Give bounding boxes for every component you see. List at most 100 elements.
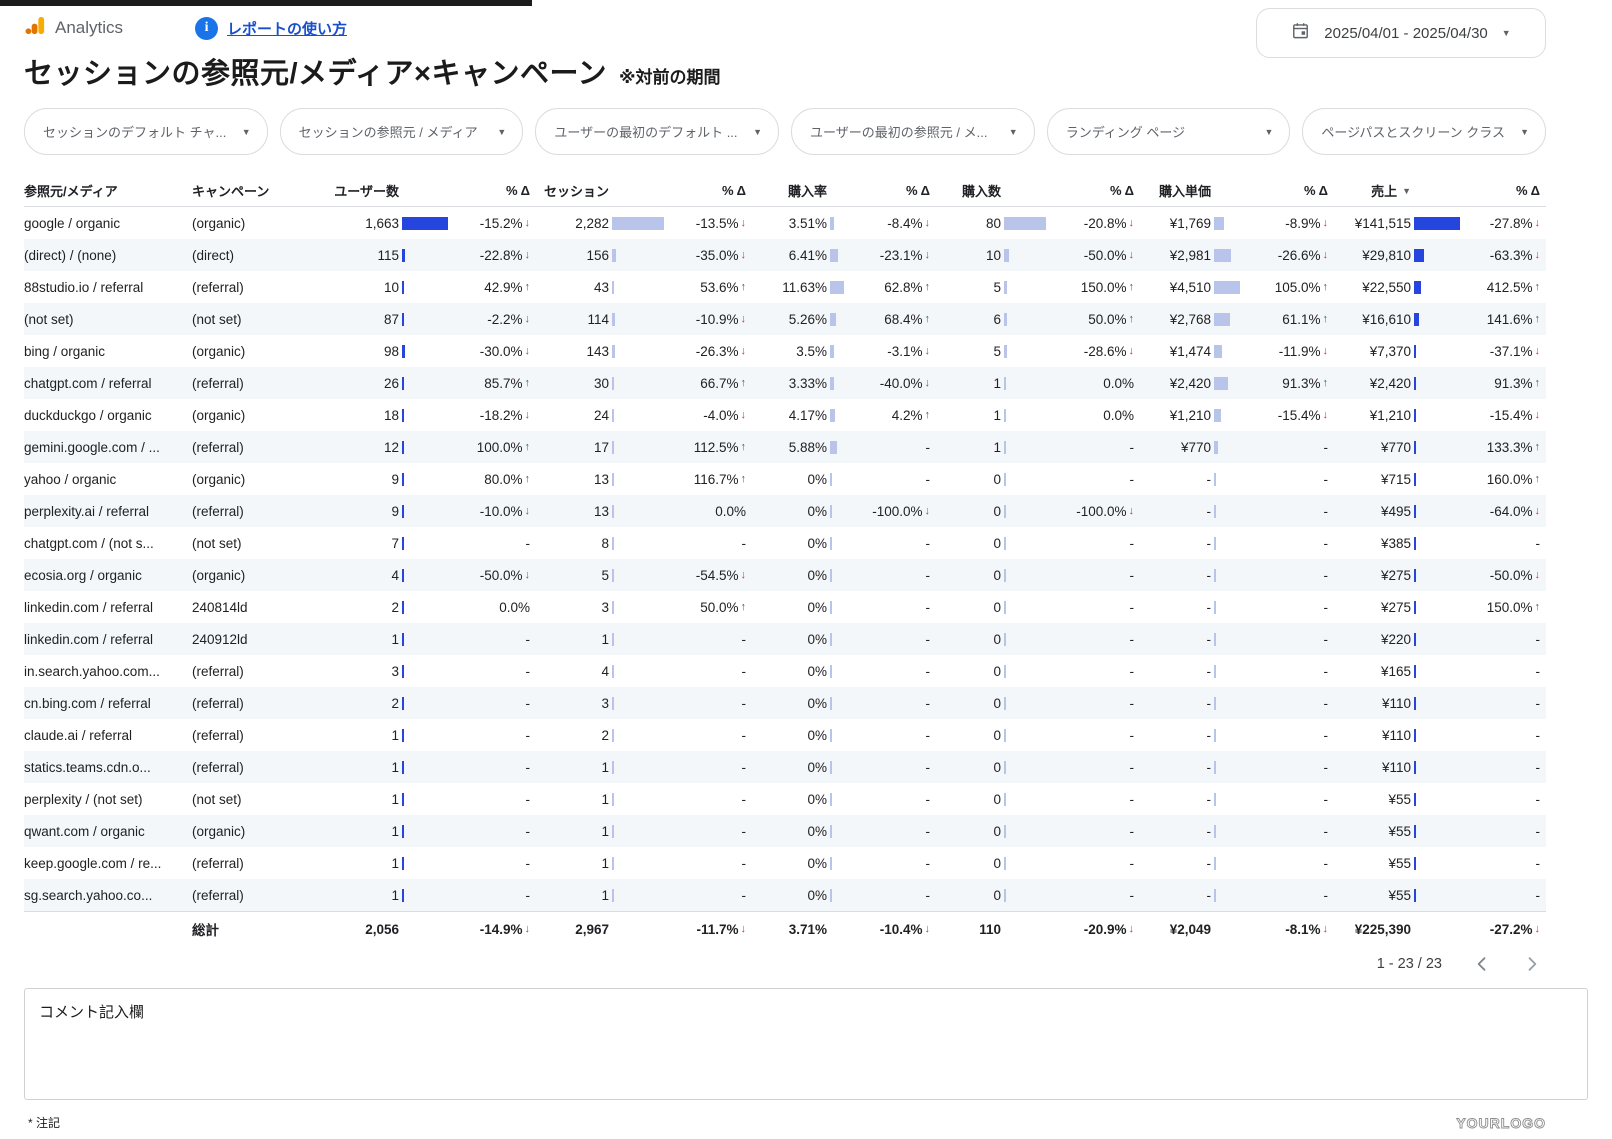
arrow-up-icon: ↑ xyxy=(525,377,531,389)
column-header-purchase_value[interactable]: 購入単価 xyxy=(1140,181,1240,200)
comment-box[interactable]: コメント記入欄 xyxy=(24,988,1588,1100)
cell-sessions: 1 xyxy=(536,792,664,807)
cell-purchases: 0 xyxy=(936,760,1046,775)
cell-purchase_rate: 5.26% xyxy=(752,312,844,327)
filter-dropdown-2[interactable]: セッションの参照元 / メディア▼ xyxy=(280,108,524,155)
cell-sessions_delta: -26.3%↓ xyxy=(664,344,752,359)
date-range-picker[interactable]: 2025/04/01 - 2025/04/30 ▼ xyxy=(1256,8,1546,58)
cell-users_delta: -18.2%↓ xyxy=(448,408,536,423)
data-bar xyxy=(1004,345,1046,358)
cell-purchase_value_delta: - xyxy=(1240,824,1334,839)
cell-users_delta: -50.0%↓ xyxy=(448,568,536,583)
cell-purchase_rate_delta: - xyxy=(844,888,936,903)
cell-purchases: 1 xyxy=(936,408,1046,423)
cell-campaign: (referral) xyxy=(192,504,324,519)
cell-purchase_rate: 0% xyxy=(752,568,844,583)
prev-page-button[interactable] xyxy=(1472,954,1492,974)
cell-purchase_value_delta: - xyxy=(1240,728,1334,743)
column-header-purchases_delta[interactable]: % Δ xyxy=(1046,183,1140,198)
arrow-down-icon: ↓ xyxy=(1535,249,1541,261)
column-header-sessions_delta[interactable]: % Δ xyxy=(664,183,752,198)
column-header-revenue[interactable]: 売上▼ xyxy=(1334,181,1460,200)
arrow-up-icon: ↑ xyxy=(741,601,747,613)
page-title-note: ※対前の期間 xyxy=(619,63,721,88)
filter-dropdown-4[interactable]: ユーザーの最初の参照元 / メ...▼ xyxy=(791,108,1035,155)
report-help-link[interactable]: レポートの使い方 xyxy=(227,18,347,39)
table-row: in.search.yahoo.com...(referral)3-4-0%-0… xyxy=(24,655,1546,687)
column-header-users[interactable]: ユーザー数 xyxy=(324,181,448,200)
cell-purchases: 1 xyxy=(936,376,1046,391)
arrow-down-icon: ↓ xyxy=(1535,217,1541,229)
filter-dropdown-5[interactable]: ランディング ページ▼ xyxy=(1047,108,1291,155)
filter-dropdown-3[interactable]: ユーザーの最初のデフォルト ...▼ xyxy=(535,108,779,155)
cell-sessions: 4 xyxy=(536,664,664,679)
data-bar xyxy=(402,793,448,806)
filter-label: ランディング ページ xyxy=(1066,122,1185,141)
data-bar xyxy=(830,825,844,838)
cell-users: 9 xyxy=(324,472,448,487)
data-bar xyxy=(1414,697,1460,710)
column-header-purchase_rate[interactable]: 購入率 xyxy=(752,181,844,200)
data-bar xyxy=(1214,793,1240,806)
cell-purchases: 0 xyxy=(936,856,1046,871)
cell-purchases: 0 xyxy=(936,568,1046,583)
cell-purchase_value_delta: -8.9%↓ xyxy=(1240,216,1334,231)
column-header-purchase_rate_delta[interactable]: % Δ xyxy=(844,183,936,198)
cell-users: 1 xyxy=(324,824,448,839)
column-header-purchase_value_delta[interactable]: % Δ xyxy=(1240,183,1334,198)
cell-revenue: ¥385 xyxy=(1334,536,1460,551)
chevron-down-icon: ▼ xyxy=(1520,127,1529,137)
cell-revenue: ¥715 xyxy=(1334,472,1460,487)
arrow-down-icon: ↓ xyxy=(1129,249,1135,261)
cell-campaign: (referral) xyxy=(192,696,324,711)
cell-users_delta: - xyxy=(448,696,536,711)
data-bar xyxy=(1214,569,1240,582)
filter-label: ユーザーの最初のデフォルト ... xyxy=(554,122,737,141)
cell-revenue: ¥110 xyxy=(1334,696,1460,711)
cell-sessions: 1 xyxy=(536,888,664,903)
column-header-users_delta[interactable]: % Δ xyxy=(448,183,536,198)
cell-source_medium: qwant.com / organic xyxy=(24,824,192,839)
data-bar xyxy=(1414,441,1460,454)
arrow-up-icon: ↑ xyxy=(1535,601,1541,613)
data-bar xyxy=(1004,889,1046,902)
cell-purchase_value_delta: - xyxy=(1240,568,1334,583)
cell-users_delta: - xyxy=(448,792,536,807)
cell-users_delta: -22.8%↓ xyxy=(448,248,536,263)
cell-revenue: ¥2,420 xyxy=(1334,376,1460,391)
cell-purchase_rate: 5.88% xyxy=(752,440,844,455)
cell-sessions: 43 xyxy=(536,280,664,295)
arrow-up-icon: ↑ xyxy=(925,409,931,421)
cell-revenue_delta: - xyxy=(1460,536,1546,551)
cell-purchases: 80 xyxy=(936,216,1046,231)
data-bar xyxy=(1004,857,1046,870)
arrow-up-icon: ↑ xyxy=(1129,281,1135,293)
filter-dropdown-1[interactable]: セッションのデフォルト チャ...▼ xyxy=(24,108,268,155)
column-header-revenue_delta[interactable]: % Δ xyxy=(1460,183,1546,198)
data-bar xyxy=(1414,345,1460,358)
table-row: cn.bing.com / referral(referral)2-3-0%-0… xyxy=(24,687,1546,719)
cell-revenue_delta: -64.0%↓ xyxy=(1460,504,1546,519)
column-header-purchases[interactable]: 購入数 xyxy=(936,181,1046,200)
cell-purchase_rate_delta: - xyxy=(844,536,936,551)
cell-revenue_delta: - xyxy=(1460,792,1546,807)
data-bar xyxy=(1214,505,1240,518)
cell-sessions_delta: -11.7%↓ xyxy=(664,922,752,937)
cell-users_delta: 100.0%↑ xyxy=(448,440,536,455)
cell-purchase_rate: 0% xyxy=(752,504,844,519)
cell-purchases_delta: - xyxy=(1046,472,1140,487)
next-page-button[interactable] xyxy=(1522,954,1542,974)
column-header-campaign[interactable]: キャンペーン xyxy=(192,181,324,200)
column-header-sessions[interactable]: セッション xyxy=(536,181,664,200)
cell-purchase_value_delta: - xyxy=(1240,760,1334,775)
data-bar xyxy=(612,825,664,838)
cell-purchase_rate_delta: - xyxy=(844,792,936,807)
cell-purchase_rate: 0% xyxy=(752,888,844,903)
data-bar xyxy=(1004,281,1046,294)
arrow-up-icon: ↑ xyxy=(741,441,747,453)
filter-dropdown-6[interactable]: ページパスとスクリーン クラス▼ xyxy=(1302,108,1546,155)
data-bar xyxy=(830,409,844,422)
cell-sessions: 2 xyxy=(536,728,664,743)
column-header-source_medium[interactable]: 参照元/メディア xyxy=(24,181,192,200)
cell-source_medium: claude.ai / referral xyxy=(24,728,192,743)
